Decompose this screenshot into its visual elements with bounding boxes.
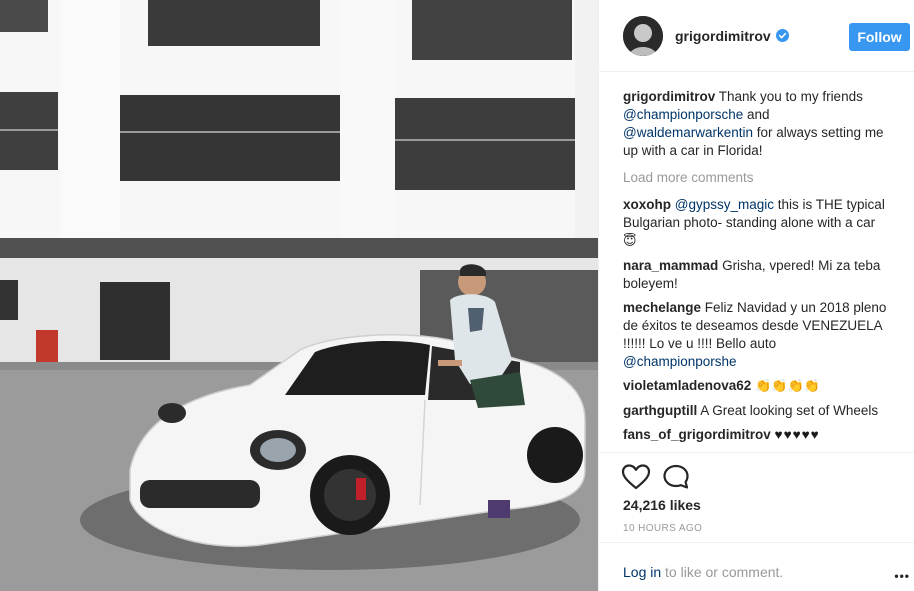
post-footer: Log in to like or comment. ••• [599,542,914,591]
owner-username[interactable]: grigordimitrov [675,28,771,44]
comment-username[interactable]: fans_of_grigordimitrov [623,427,771,442]
comment-username[interactable]: nara_mammad [623,258,718,273]
mention-link[interactable]: @gypssy_magic [675,197,774,212]
avatar[interactable] [623,15,663,56]
emoji-face-icon: 😇 [623,234,637,249]
post-side-panel: grigordimitrov Follow grigordimitrov Tha… [598,0,914,591]
comment-username[interactable]: violetamladenova62 [623,378,751,393]
login-prompt-text: to like or comment. [661,564,784,580]
post-timestamp[interactable]: 10 HOURS AGO [623,523,702,534]
post-image [0,0,598,591]
mention-link[interactable]: @championporshe [623,354,737,369]
speech-bubble-icon[interactable] [661,463,691,491]
verified-badge-icon [775,29,789,42]
comment-item: garthguptill A Great looking set of Whee… [623,402,891,420]
login-link[interactable]: Log in [623,564,661,580]
follow-button[interactable]: Follow [849,23,910,51]
more-options-icon[interactable]: ••• [894,569,910,583]
comment-username[interactable]: xoxohp [623,197,671,212]
caption-text: and [743,107,770,122]
owner-username-row: grigordimitrov [675,28,789,44]
heart-outline-icon[interactable] [621,463,651,491]
clapping-hands-icon: 👏👏👏👏 [755,379,820,394]
comments-list[interactable]: grigordimitrov Thank you to my friends @… [599,72,914,452]
comment-text: A Great looking set of Wheels [697,403,879,418]
comment-username[interactable]: mechelange [623,300,701,315]
post-actions [599,452,914,496]
comment-item: fans_of_grigordimitrov ♥♥♥♥♥ [623,426,891,444]
caption-text: Thank you to my friends [715,89,863,104]
post-header: grigordimitrov Follow [599,0,914,72]
mention-link[interactable]: @championporsche [623,107,743,122]
comment-item: nara_mammad Grisha, vpered! Mi za teba b… [623,257,891,293]
comment-item: mechelange Feliz Navidad y un 2018 pleno… [623,299,891,371]
black-heart-icon: ♥♥♥♥♥ [774,427,820,442]
post-caption: grigordimitrov Thank you to my friends @… [623,88,891,160]
mention-link[interactable]: @waldemarwarkentin [623,125,753,140]
comment-username[interactable]: garthguptill [623,403,697,418]
like-count[interactable]: 24,216 likes [623,497,701,513]
post-photo[interactable] [0,0,598,591]
comment-item: xoxohp @gypssy_magic this is THE typical… [623,196,891,251]
caption-username[interactable]: grigordimitrov [623,89,715,104]
comment-item: violetamladenova62 👏👏👏👏 [623,377,891,396]
load-more-comments-link[interactable]: Load more comments [623,169,891,187]
